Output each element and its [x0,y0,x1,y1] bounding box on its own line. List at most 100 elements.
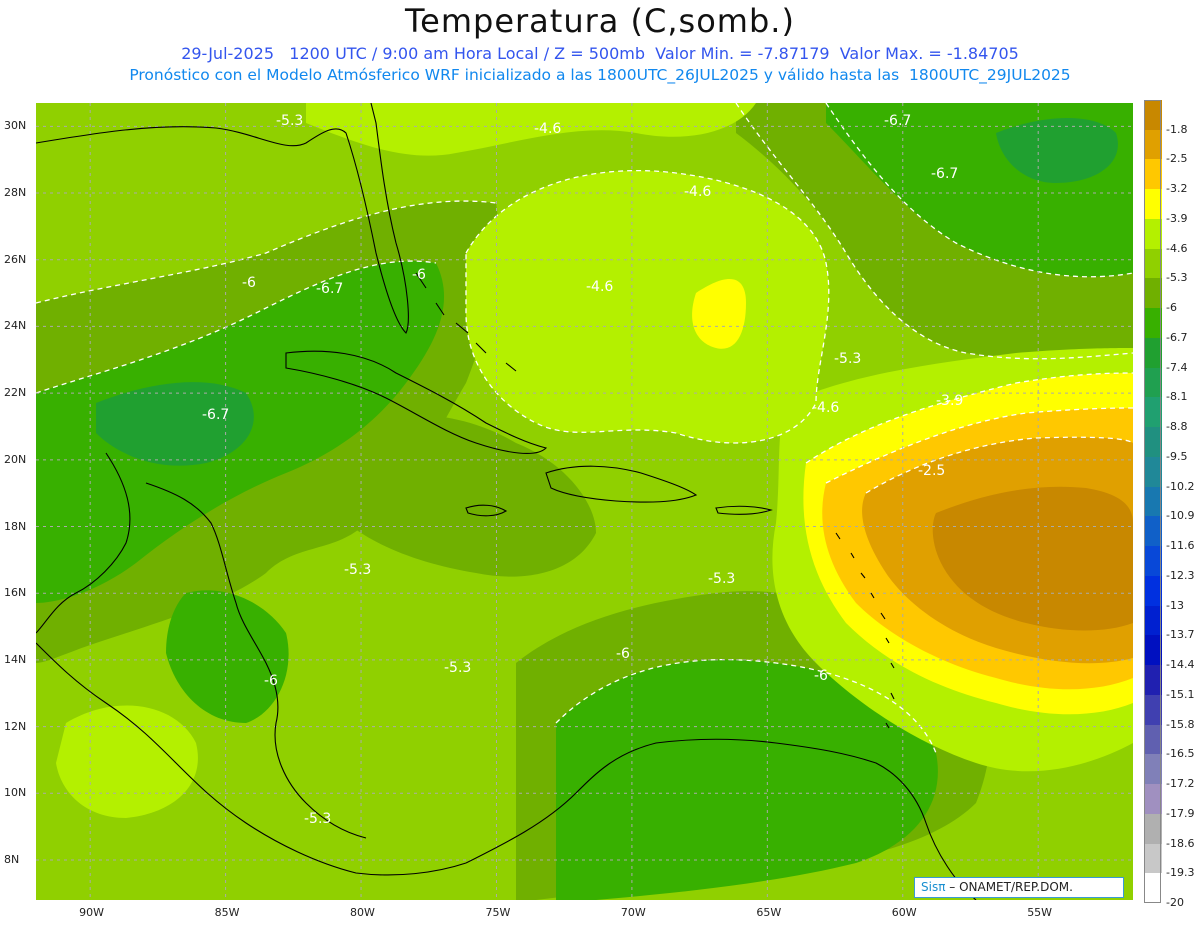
colorbar-segment [1144,456,1162,488]
latitude-tick-label: 26N [4,252,27,266]
colorbar-label: -8.1 [1166,390,1188,404]
contour-label: -4.6 [534,121,561,137]
colorbar-label: -2.5 [1166,152,1188,166]
contour-label: -5.3 [276,113,303,129]
field-band-4.6-central [466,170,829,443]
contour-label: -5.3 [708,571,735,587]
contour-label: -6.7 [931,166,958,182]
colorbar-segment [1144,189,1162,220]
contour-label: -5.3 [834,351,861,367]
colorbar-segment [1144,218,1162,250]
latitude-tick-label: 16N [4,586,27,600]
contour-label: -6 [264,673,278,689]
colorbar-segment [1144,129,1162,160]
colorbar-label: -5.3 [1166,271,1188,285]
contour-label: -5.3 [444,660,471,676]
longitude-tick-label: 75W [485,906,511,919]
colorbar-segment [1144,665,1162,696]
colorbar-label: -7.4 [1166,360,1188,374]
colorbar-segment [1144,843,1162,874]
longitude-tick-label: 65W [756,906,782,919]
longitude-tick-label: 80W [350,906,375,919]
colorbar-label: -4.6 [1166,241,1188,255]
colorbar-segment [1144,575,1162,607]
colorbar-label: -6.7 [1166,330,1188,344]
latitude-tick-label: 30N [4,119,27,133]
contour-label: -6.7 [884,113,911,129]
longitude-tick-label: 70W [620,906,646,919]
contour-label: -3.9 [936,393,963,409]
colorbar-label: -13 [1166,598,1184,612]
credit-text: – ONAMET/REP.DOM. [945,880,1073,894]
latitude-tick-label: 18N [4,519,27,533]
chart-title: Temperatura (C,somb.) [405,2,795,40]
colorbar-label: -3.9 [1166,211,1188,225]
colorbar-segment [1144,546,1162,577]
longitude-tick-label: 55W [1027,906,1053,919]
colorbar-segment [1144,100,1162,131]
colorbar-label: -6 [1166,301,1177,315]
colorbar-segment [1144,427,1162,458]
subtitle-valid-time: 29-Jul-2025 1200 UTC / 9:00 am Hora Loca… [181,44,1019,63]
colorbar-label: -18.6 [1166,836,1195,850]
colorbar-segment [1144,694,1162,726]
latitude-tick-label: 14N [4,652,27,666]
colorbar-segment [1144,337,1162,369]
contour-label: -5.3 [344,562,371,578]
credit-brand: Sisπ [921,880,946,894]
colorbar-segment [1144,397,1162,428]
colorbar-segment [1144,486,1162,517]
contour-label: -2.5 [918,463,945,479]
latitude-tick-label: 10N [4,786,27,800]
colorbar-segment [1144,784,1162,815]
colorbar-label: -17.9 [1166,806,1195,820]
colorbar-label: -20 [1166,896,1184,909]
colorbar-label: -3.2 [1166,182,1188,196]
map-canvas: -5.3 -4.6 -6.7 -6.7 -4.6 -6 -6.7 -6 -4.6… [36,103,1133,900]
colorbar-segment [1144,278,1162,309]
colorbar-label: -13.7 [1166,628,1195,642]
colorbar-label: -10.2 [1166,479,1195,493]
contour-label: -6 [616,646,630,662]
contour-label: -4.6 [812,400,839,416]
latitude-tick-label: 24N [4,319,27,333]
credit-box: Sisπ – ONAMET/REP.DOM. [914,877,1124,898]
colorbar-segment [1144,635,1162,666]
contour-label: -6.7 [202,407,229,423]
colorbar-segment [1144,367,1162,398]
colorbar-label: -11.6 [1166,539,1195,553]
colorbar-segment [1144,724,1162,755]
longitude-tick-label: 90W [79,906,105,919]
latitude-tick-label: 12N [4,719,27,733]
latitude-tick-label: 28N [4,186,27,200]
latitude-tick-label: 20N [4,452,27,466]
longitude-tick-label: 85W [214,906,240,919]
colorbar-segment [1144,248,1162,279]
colorbar-label: -10.9 [1166,509,1195,523]
colorbar-segment [1144,308,1162,339]
latitude-tick-label: 22N [4,386,27,400]
colorbar-segment [1144,813,1162,844]
colorbar-label: -9.5 [1166,449,1188,463]
colorbar-segment [1144,159,1162,190]
colorbar-label: -14.4 [1166,658,1195,672]
contour-label: -6 [814,668,828,684]
latitude-tick-label: 8N [4,852,20,866]
contour-label: -5.3 [304,811,331,827]
colorbar-segment [1144,516,1162,547]
colorbar-label: -12.3 [1166,568,1195,582]
contour-label: -6 [242,275,256,291]
subtitle-model-info: Pronóstico con el Modelo Atmósferico WRF… [129,66,1071,84]
contour-label: -6 [412,267,426,283]
contour-label: -4.6 [684,184,711,200]
colorbar-segment [1144,754,1162,785]
contour-label: -6.7 [316,281,343,297]
colorbar-segment [1144,873,1162,904]
colorbar-label: -8.8 [1166,420,1188,434]
contour-label: -4.6 [586,279,613,295]
colorbar-label: -19.3 [1166,866,1195,880]
colorbar-label: -15.8 [1166,717,1195,731]
longitude-tick-label: 60W [891,906,917,919]
colorbar-label: -16.5 [1166,747,1195,761]
colorbar-label: -1.8 [1166,122,1188,136]
